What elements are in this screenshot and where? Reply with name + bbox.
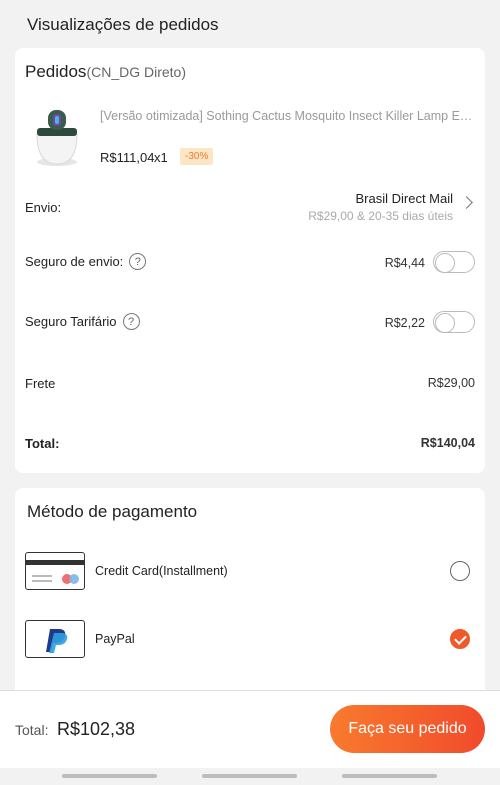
- shipping-method: Brasil Direct Mail: [355, 191, 453, 206]
- freight-value: R$29,00: [427, 376, 475, 390]
- product-image[interactable]: [33, 104, 81, 168]
- shipping-insurance-value: R$4,44: [384, 256, 425, 270]
- checkout-bar: Total: R$102,38 Faça seu pedido: [0, 690, 500, 768]
- payment-title: Método de pagamento: [27, 502, 198, 521]
- product-price: R$111,04: [100, 150, 155, 165]
- chevron-right-icon[interactable]: [460, 196, 473, 209]
- footer-total-amount: R$102,38: [57, 719, 136, 739]
- footer-total-label: Total:: [15, 722, 49, 738]
- shipping-label: Envio:: [25, 200, 62, 215]
- nav-handle[interactable]: [62, 774, 157, 778]
- product-quantity: x1: [154, 150, 168, 165]
- payment-option-credit-card[interactable]: Credit Card(Installment): [25, 552, 475, 592]
- shipping-insurance-label: Seguro de envio:: [25, 254, 124, 269]
- place-order-button[interactable]: Faça seu pedido: [330, 705, 485, 753]
- discount-badge: -30%: [180, 148, 214, 165]
- payment-option-paypal[interactable]: PayPal: [25, 620, 475, 660]
- order-total-value: R$140,04: [420, 436, 475, 450]
- tariff-insurance-value: R$2,22: [384, 316, 425, 330]
- order-total-label: Total:: [25, 436, 60, 451]
- radio-credit-card[interactable]: [450, 561, 470, 581]
- seller-name: (CN_DG Direto): [86, 64, 187, 80]
- radio-paypal[interactable]: [450, 629, 470, 649]
- order-header: Pedidos(CN_DG Direto): [25, 62, 186, 82]
- order-card: Pedidos(CN_DG Direto) [Versão otimizada]…: [15, 48, 485, 473]
- shipping-insurance-row: Seguro de envio: ?: [25, 253, 147, 270]
- shipping-insurance-toggle[interactable]: [433, 251, 475, 273]
- paypal-icon: [25, 620, 85, 658]
- product-title[interactable]: [Versão otimizada] Sothing Cactus Mosqui…: [100, 109, 475, 123]
- nav-handle[interactable]: [202, 774, 297, 778]
- payment-option-label: Credit Card(Installment): [95, 564, 228, 578]
- nav-handle[interactable]: [342, 774, 437, 778]
- help-icon[interactable]: ?: [122, 313, 140, 330]
- payment-card: Método de pagamento Credit Card(Installm…: [15, 488, 485, 718]
- tariff-insurance-toggle[interactable]: [433, 311, 475, 333]
- payment-option-label: PayPal: [95, 632, 135, 646]
- credit-card-icon: [25, 552, 85, 590]
- system-nav-bar: [0, 768, 500, 785]
- tariff-insurance-label: Seguro Tarifário: [25, 314, 117, 329]
- shipping-detail: R$29,00 & 20-35 dias úteis: [308, 209, 453, 223]
- order-header-label: Pedidos: [25, 62, 87, 81]
- help-icon[interactable]: ?: [129, 253, 147, 270]
- tariff-insurance-row: Seguro Tarifário ?: [25, 313, 140, 330]
- freight-label: Frete: [25, 376, 56, 391]
- page-title: Visualizações de pedidos: [27, 15, 219, 34]
- shipping-selector[interactable]: Brasil Direct Mail R$29,00 & 20-35 dias …: [308, 191, 453, 223]
